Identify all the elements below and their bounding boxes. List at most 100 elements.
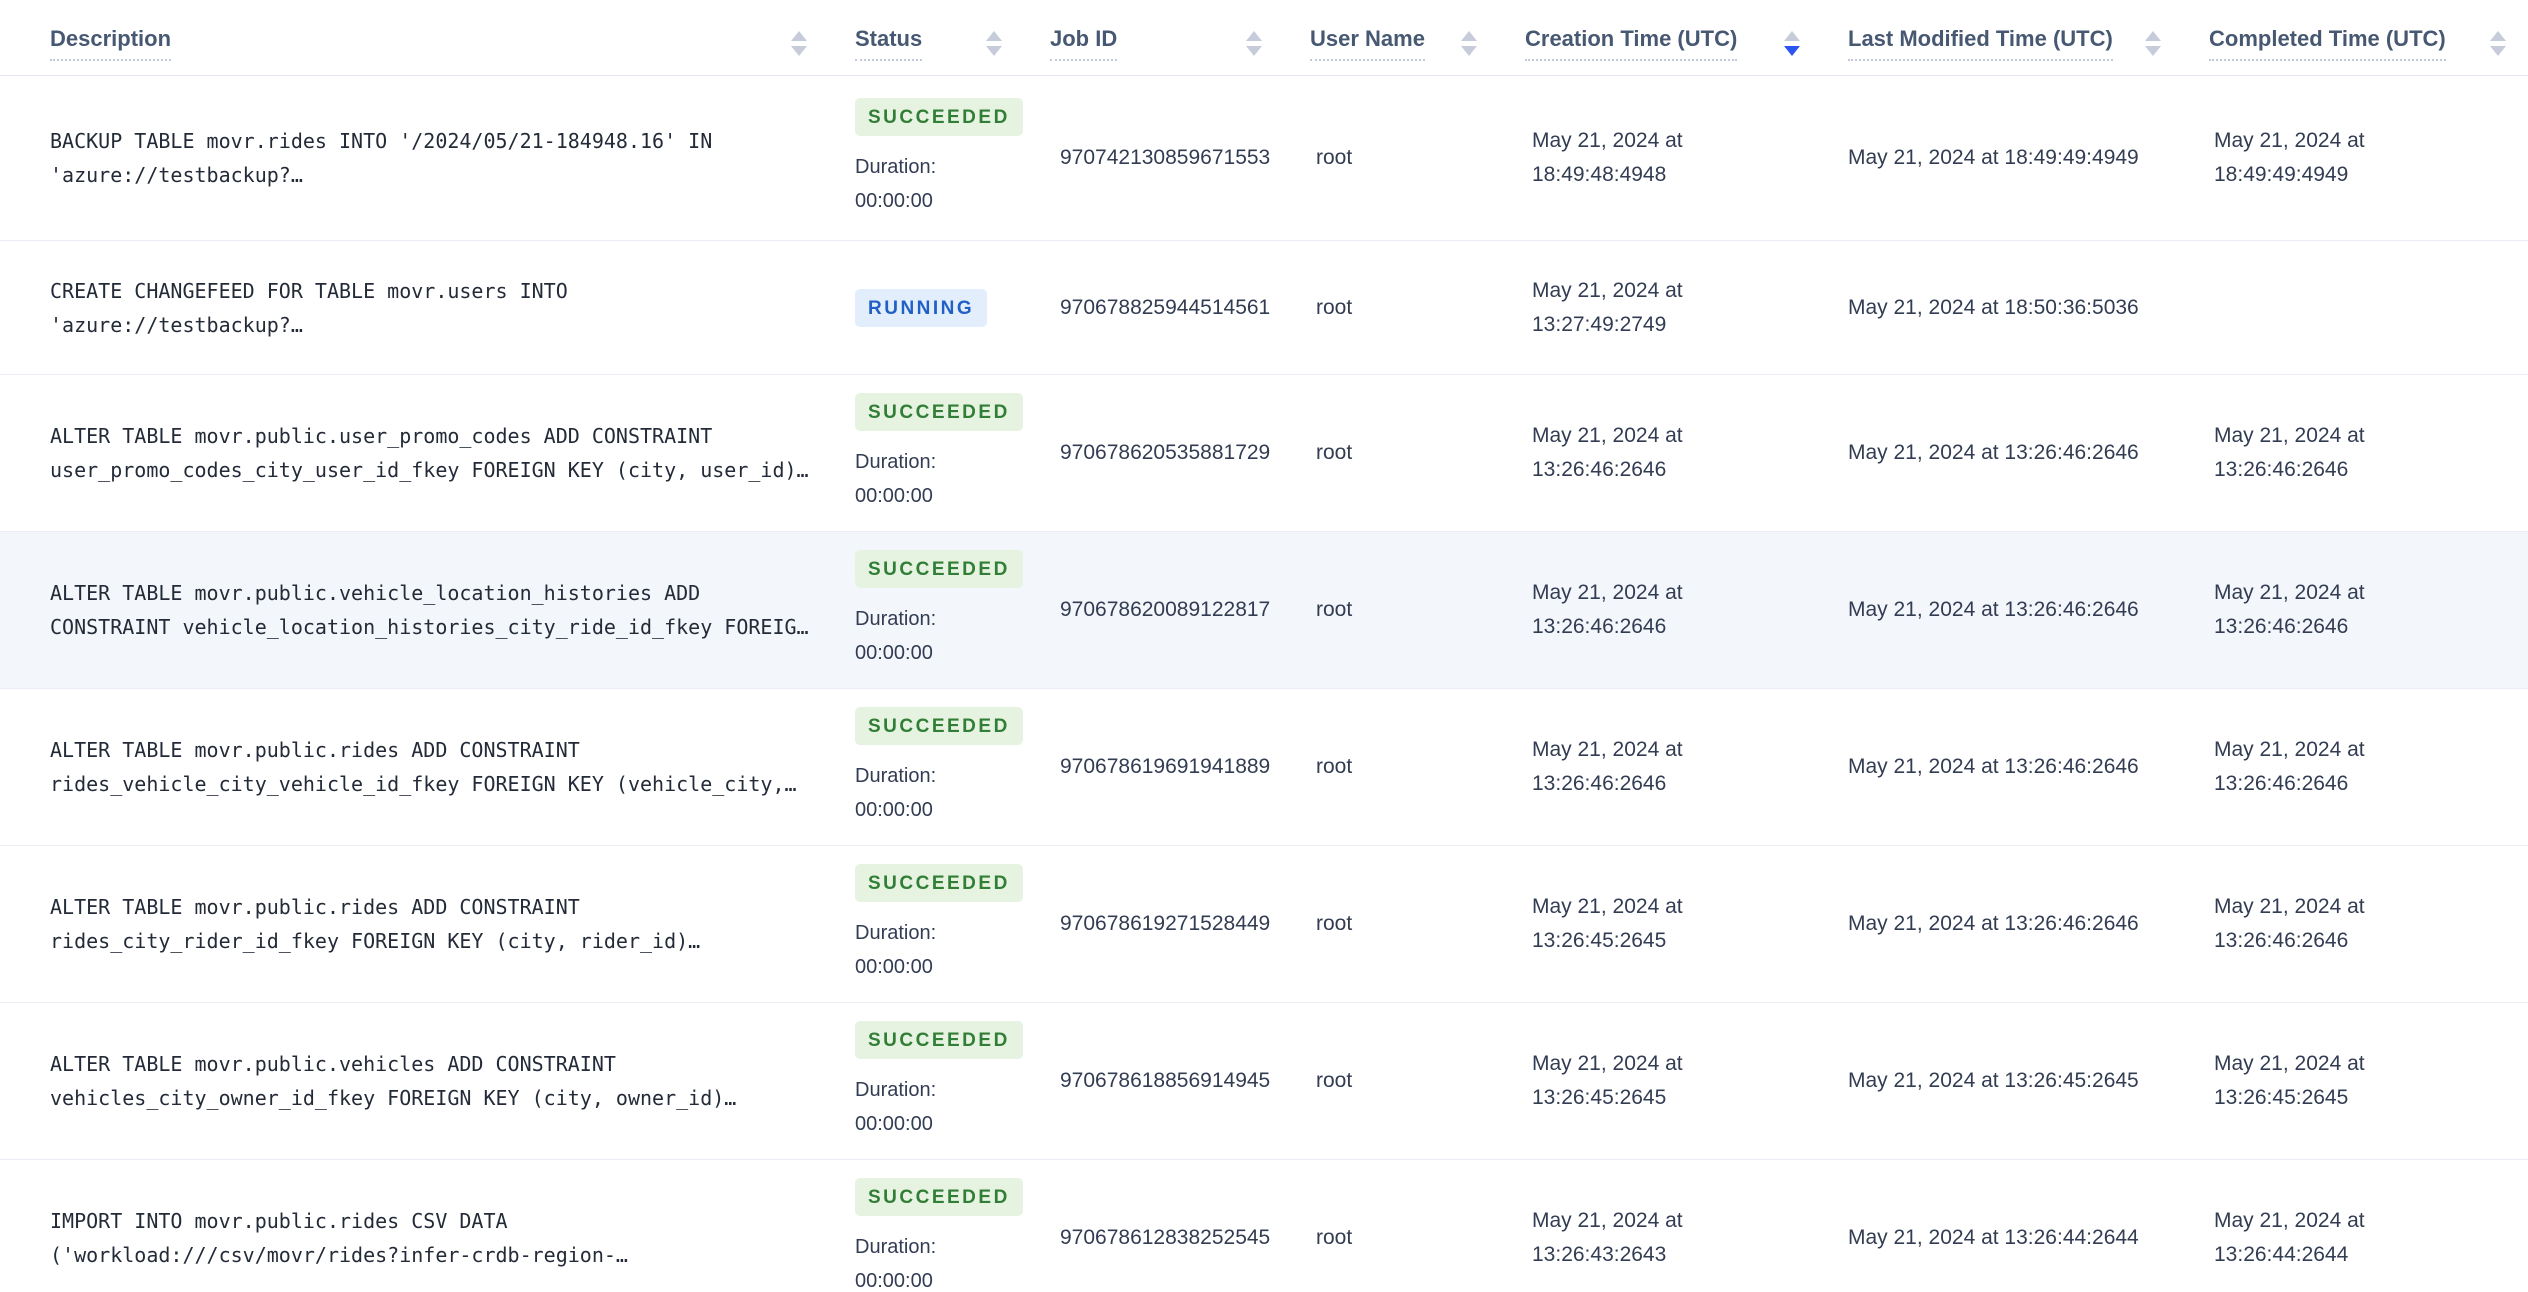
last-modified-time-cell: May 21, 2024 at 13:26:44:2644 <box>1848 1226 2139 1250</box>
jobs-table-header-row: Description Status Job ID User Name Creation… <box>0 0 2528 76</box>
duration-block: Duration: 00:00:00 <box>855 150 1050 219</box>
sort-arrows-icon[interactable] <box>1461 31 1477 56</box>
sort-arrows-icon[interactable] <box>986 31 1002 56</box>
sort-asc-icon <box>986 31 1002 41</box>
creation-time-cell: May 21, 2024 at 18:49:48:4948 <box>1532 129 1683 186</box>
duration-label: Duration: <box>855 607 937 630</box>
duration-value: 00:00:00 <box>855 956 933 978</box>
duration-value: 00:00:00 <box>855 1270 933 1292</box>
user-name-cell: root <box>1316 598 1353 621</box>
creation-time-cell: May 21, 2024 at 13:26:46:2646 <box>1532 424 1683 481</box>
duration-label: Duration: <box>855 764 937 787</box>
column-header-creation-time-utc[interactable]: Creation Time (UTC) <box>1525 14 1848 61</box>
duration-value: 00:00:00 <box>855 485 933 507</box>
duration-block: Duration: 00:00:00 <box>855 1073 1050 1142</box>
duration-block: Duration: 00:00:00 <box>855 445 1050 514</box>
user-name-cell: root <box>1316 1226 1353 1249</box>
column-header-label: Description <box>50 26 172 61</box>
sort-desc-icon <box>791 46 807 56</box>
job-description-link[interactable]: ALTER TABLE movr.public.user_promo_codes… <box>50 419 830 487</box>
last-modified-time-cell: May 21, 2024 at 13:26:46:2646 <box>1848 441 2139 465</box>
completed-time-cell: May 21, 2024 at 18:49:49:4949 <box>2214 129 2365 186</box>
job-description-link[interactable]: ALTER TABLE movr.public.vehicle_location… <box>50 576 830 644</box>
sort-arrows-icon[interactable] <box>2145 31 2161 56</box>
sort-desc-icon <box>986 46 1002 56</box>
last-modified-time-cell: May 21, 2024 at 18:49:49:4949 <box>1848 146 2139 170</box>
job-id-cell: 970678618856914945 <box>1060 1069 1271 1092</box>
creation-time-cell: May 21, 2024 at 13:27:49:2749 <box>1532 278 1683 336</box>
column-header-description[interactable]: Description <box>0 14 855 61</box>
duration-value: 00:00:00 <box>855 190 933 212</box>
table-row[interactable]: ALTER TABLE movr.public.vehicle_location… <box>0 532 2528 689</box>
column-header-last-modified-time-utc[interactable]: Last Modified Time (UTC) <box>1848 14 2209 61</box>
sort-asc-icon <box>2490 31 2506 41</box>
job-id-cell: 970678620089122817 <box>1060 598 1271 621</box>
creation-time-cell: May 21, 2024 at 13:26:45:2645 <box>1532 895 1683 952</box>
status-badge: SUCCEEDED <box>855 1177 1023 1216</box>
jobs-table-body: BACKUP TABLE movr.rides INTO '/2024/05/2… <box>0 76 2528 1292</box>
duration-label: Duration: <box>855 1078 937 1101</box>
duration-block: Duration: 00:00:00 <box>855 916 1050 985</box>
duration-block: Duration: 00:00:00 <box>855 602 1050 671</box>
job-description-link[interactable]: CREATE CHANGEFEED FOR TABLE movr.users I… <box>50 274 830 342</box>
column-header-label: Status <box>855 26 923 61</box>
duration-label: Duration: <box>855 1235 937 1258</box>
column-header-completed-time-utc[interactable]: Completed Time (UTC) <box>2209 14 2528 61</box>
sort-arrows-icon[interactable] <box>1246 31 1262 56</box>
last-modified-time-cell: May 21, 2024 at 13:26:46:2646 <box>1848 912 2139 936</box>
last-modified-time-cell: May 21, 2024 at 13:26:45:2645 <box>1848 1069 2139 1093</box>
job-id-cell: 970678620535881729 <box>1060 441 1271 464</box>
duration-block: Duration: 00:00:00 <box>855 759 1050 828</box>
status-badge: SUCCEEDED <box>855 97 1023 136</box>
table-row[interactable]: ALTER TABLE movr.public.vehicles ADD CON… <box>0 1003 2528 1160</box>
duration-block: Duration: 00:00:00 <box>855 1230 1050 1292</box>
column-header-user-name[interactable]: User Name <box>1310 14 1525 61</box>
table-row[interactable]: ALTER TABLE movr.public.user_promo_codes… <box>0 375 2528 532</box>
table-row[interactable]: BACKUP TABLE movr.rides INTO '/2024/05/2… <box>0 76 2528 241</box>
sort-desc-icon <box>1246 46 1262 56</box>
sort-asc-icon <box>1461 31 1477 41</box>
job-description-link[interactable]: ALTER TABLE movr.public.rides ADD CONSTR… <box>50 890 830 958</box>
table-row[interactable]: CREATE CHANGEFEED FOR TABLE movr.users I… <box>0 241 2528 375</box>
sort-arrows-icon[interactable] <box>2490 31 2506 56</box>
status-badge: SUCCEEDED <box>855 863 1023 902</box>
jobs-table: Description Status Job ID User Name Creation… <box>0 0 2528 1292</box>
last-modified-time-cell: May 21, 2024 at 13:26:46:2646 <box>1848 598 2139 622</box>
user-name-cell: root <box>1316 755 1353 778</box>
column-header-status[interactable]: Status <box>855 14 1050 61</box>
job-description-link[interactable]: ALTER TABLE movr.public.vehicles ADD CON… <box>50 1047 830 1115</box>
status-badge: SUCCEEDED <box>855 392 1023 431</box>
column-header-label: Last Modified Time (UTC) <box>1848 26 2113 61</box>
creation-time-cell: May 21, 2024 at 13:26:46:2646 <box>1532 738 1683 795</box>
completed-time-cell: May 21, 2024 at 13:26:44:2644 <box>2214 1209 2365 1266</box>
table-row[interactable]: ALTER TABLE movr.public.rides ADD CONSTR… <box>0 689 2528 846</box>
job-description-link[interactable]: IMPORT INTO movr.public.rides CSV DATA (… <box>50 1204 830 1272</box>
job-description-link[interactable]: BACKUP TABLE movr.rides INTO '/2024/05/2… <box>50 124 830 192</box>
sort-asc-icon <box>2145 31 2161 41</box>
sort-asc-icon <box>1784 31 1800 41</box>
table-row[interactable]: IMPORT INTO movr.public.rides CSV DATA (… <box>0 1160 2528 1292</box>
user-name-cell: root <box>1316 1069 1353 1092</box>
job-id-cell: 970678825944514561 <box>1060 295 1271 319</box>
user-name-cell: root <box>1316 146 1353 169</box>
status-badge: SUCCEEDED <box>855 1020 1023 1059</box>
duration-value: 00:00:00 <box>855 642 933 664</box>
duration-label: Duration: <box>855 155 937 178</box>
sort-arrows-icon[interactable] <box>1784 31 1800 56</box>
job-description-link[interactable]: ALTER TABLE movr.public.rides ADD CONSTR… <box>50 733 830 801</box>
user-name-cell: root <box>1316 912 1353 935</box>
column-header-label: Creation Time (UTC) <box>1525 26 1738 61</box>
job-id-cell: 970678612838252545 <box>1060 1226 1271 1249</box>
job-id-cell: 970678619271528449 <box>1060 912 1271 935</box>
completed-time-cell: May 21, 2024 at 13:26:46:2646 <box>2214 424 2365 481</box>
sort-desc-icon <box>1784 46 1800 56</box>
table-row[interactable]: ALTER TABLE movr.public.rides ADD CONSTR… <box>0 846 2528 1003</box>
last-modified-time-cell: May 21, 2024 at 18:50:36:5036 <box>1848 295 2139 319</box>
sort-desc-icon <box>2145 46 2161 56</box>
completed-time-cell: May 21, 2024 at 13:26:46:2646 <box>2214 581 2365 638</box>
sort-asc-icon <box>791 31 807 41</box>
column-header-job-id[interactable]: Job ID <box>1050 14 1310 61</box>
column-header-label: Job ID <box>1050 26 1118 61</box>
status-badge: SUCCEEDED <box>855 549 1023 588</box>
sort-arrows-icon[interactable] <box>791 31 807 56</box>
